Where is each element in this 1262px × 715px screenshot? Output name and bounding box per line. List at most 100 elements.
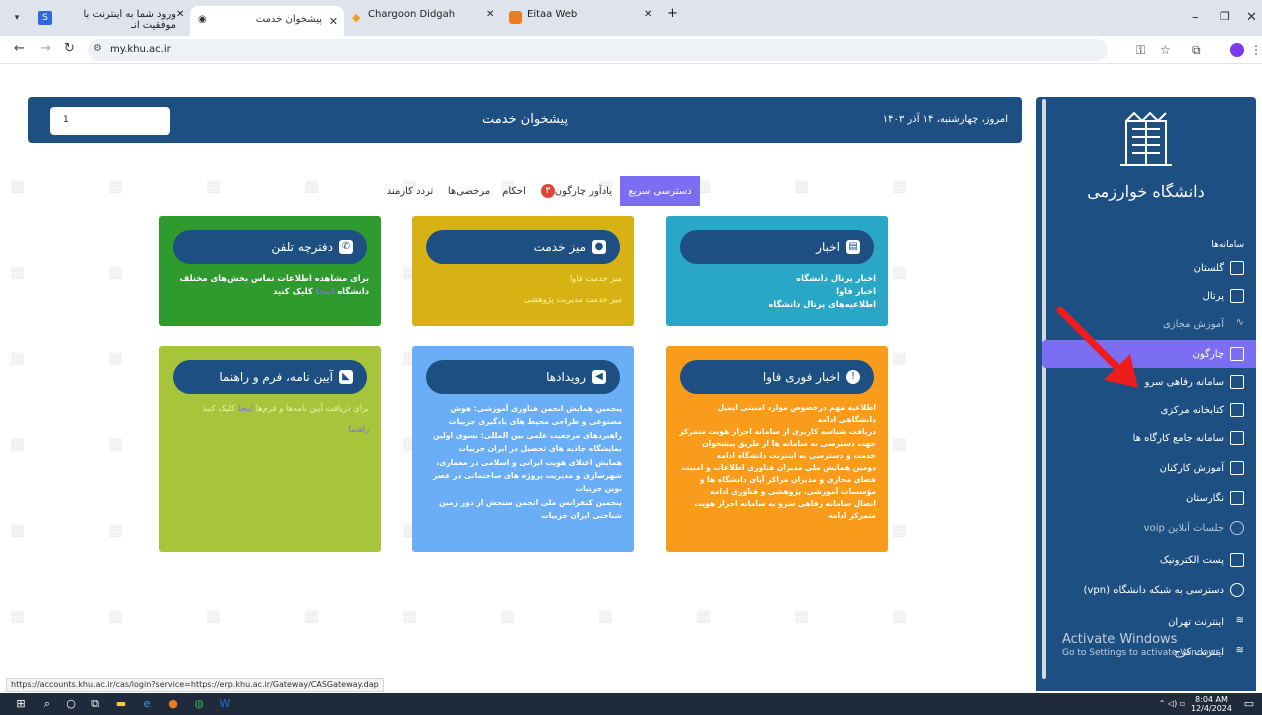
star-icon[interactable]: ☆ [1160, 43, 1171, 57]
tab-leaves[interactable]: مرخصی‌ها [446, 176, 492, 206]
password-key-icon[interactable]: ⚿ [1136, 43, 1145, 58]
event-line[interactable]: شناختی ایران جزییات [424, 509, 622, 522]
tab-chargoon-reminder[interactable]: یادآور چارگون ۳ [538, 176, 612, 206]
event-line[interactable]: مصنوعی و طراحی محیط های یادگیری جزییات [424, 415, 622, 428]
urgent-line[interactable]: خدمت و دسترسی به اینترنت دانشگاه ادامه [678, 450, 876, 462]
menu-icon[interactable]: ⋮ [1250, 43, 1262, 57]
sidebar-item-vpn[interactable]: دسترسی به شبکه دانشگاه (vpn) [1084, 579, 1244, 601]
window-icon [1230, 289, 1244, 303]
news-link-notices[interactable]: اطلاعیه‌های پرتال دانشگاه [678, 298, 876, 311]
url-box[interactable] [88, 39, 1108, 61]
task-view-icon[interactable]: ⧉ [88, 697, 102, 711]
firefox-icon[interactable]: ● [166, 697, 180, 711]
event-line[interactable]: شهرسازی و مدیریت پروژه های ساختمانی در ع… [424, 469, 622, 482]
sidebar-item-central-library[interactable]: کتابخانه مرکزی [1161, 399, 1244, 421]
word-icon[interactable]: W [218, 697, 232, 711]
sidebar-item-welfare-sarv[interactable]: سامانه رفاهی سرو [1145, 371, 1244, 393]
status-bar-url: https://accounts.khu.ac.ir/cas/login?ser… [6, 678, 384, 692]
urgent-line[interactable]: اطلاعیه مهم درخصوص موارد امنیتی ایمیل [678, 402, 876, 414]
service-desk-fava-link[interactable]: میز خدمت فاوا [424, 272, 622, 285]
site-info-icon[interactable]: ⚙ [93, 43, 102, 54]
event-line[interactable]: نوین جزییات [424, 482, 622, 495]
search-icon[interactable]: ⌕ [40, 697, 54, 711]
tab-list-icon[interactable]: ▾ [10, 11, 24, 25]
event-line[interactable]: راهبردهای مرجعیت علمی بین المللی: بسوی ا… [424, 429, 622, 442]
sidebar-item-staff-training[interactable]: آموزش کارکنان [1160, 457, 1244, 479]
urgent-line[interactable]: دانشگاهی ادامه [678, 414, 876, 426]
service-desk-header[interactable]: ● میز خدمت [426, 230, 620, 264]
close-window-icon[interactable]: ✕ [1246, 10, 1257, 25]
phonebook-header[interactable]: ✆ دفترچه تلفن [173, 230, 367, 264]
sidebar-item-workshops[interactable]: سامانه جامع کارگاه ها [1133, 427, 1244, 449]
watermark-logo-icon: ▦ [108, 434, 124, 453]
forward-icon[interactable]: → [40, 41, 51, 56]
back-icon[interactable]: ← [14, 41, 25, 56]
sidebar-item-voip[interactable]: جلسات آنلاین voip [1144, 517, 1244, 539]
sidebar-item-virtual-education[interactable]: ∿ آموزش مجازی [1163, 313, 1244, 335]
sidebar-item-portal[interactable]: پرتال [1203, 285, 1244, 307]
urgent-line[interactable]: اتصال سامانه رفاهی سرو به سامانه احراز ه… [678, 498, 876, 510]
extensions-icon[interactable]: ⧉ [1192, 43, 1201, 58]
edge-icon[interactable]: e [140, 697, 154, 711]
tab-close-icon[interactable]: ✕ [644, 9, 652, 20]
chat-icon [1230, 521, 1244, 535]
tab-service-desk[interactable]: ◉ پیشخوان خدمت ✕ [190, 6, 344, 36]
urgent-line[interactable]: متمرکز ادامه [678, 510, 876, 522]
service-desk-research-link[interactable]: میز خدمت مدیریت پژوهشی [424, 293, 622, 306]
profile-avatar[interactable] [1230, 43, 1244, 57]
taskbar-clock[interactable]: 8:04 AM 12/4/2024 [1191, 695, 1232, 713]
sidebar-item-chargoon[interactable]: چارگون [1193, 343, 1244, 365]
news-link-portal[interactable]: اخبار پرتال دانشگاه [678, 272, 876, 285]
news-header[interactable]: ▤ اخبار [680, 230, 874, 264]
service-desk-body: میز خدمت فاوا میز خدمت مدیریت پژوهشی [424, 272, 622, 306]
urgent-line[interactable]: دومین همایش ملی مدیران فناوری اطلاعات و … [678, 462, 876, 474]
tab-quick-access[interactable]: دسترسی سریع [620, 176, 700, 206]
tab-eitaa[interactable]: Eitaa Web [527, 9, 577, 20]
urgent-line[interactable]: فضای مجازی و مدیران مراکز آپای دانشگاه ه… [678, 474, 876, 486]
news-body: اخبار پرتال دانشگاه اخبار فاوا اطلاعیه‌ه… [678, 272, 876, 310]
tab-orders[interactable]: احکام [496, 176, 532, 206]
sidebar-item-golestan[interactable]: گلستان [1194, 257, 1244, 279]
header-band: 1 پیشخوان خدمت امروز، چهارشنبه، ۱۴ آذر ۱… [28, 97, 1022, 143]
guide-link[interactable]: راهنما [171, 423, 369, 436]
tab-close-icon[interactable]: ✕ [329, 15, 338, 28]
tab-attendance[interactable]: تردد کارمند [380, 176, 440, 206]
urgent-line[interactable]: جهت دسترسی به سامانه ها از طریق پیشخوان [678, 438, 876, 450]
urgent-news-header[interactable]: ! اخبار فوری فاوا [680, 360, 874, 394]
reload-icon[interactable]: ↻ [64, 41, 75, 56]
card-urgent-news: ! اخبار فوری فاوا اطلاعیه مهم درخصوص موار… [666, 346, 888, 552]
watermark-logo-icon: ▦ [10, 520, 26, 539]
minimize-icon[interactable]: – [1192, 10, 1199, 25]
watermark-logo-icon: ▦ [108, 176, 124, 195]
url-text[interactable]: my.khu.ac.ir [110, 44, 171, 55]
news-link-fava[interactable]: اخبار فاوا [678, 285, 876, 298]
urgent-line[interactable]: دریافت شناسه کاربری از سامانه احراز هویت… [678, 426, 876, 438]
events-header[interactable]: ◀ رویدادها [426, 360, 620, 394]
regulations-header[interactable]: ◣ آیین نامه، فرم و راهنما [173, 360, 367, 394]
urgent-line[interactable]: مؤسسات آموزشی، پژوهشی و فناوری ادامه [678, 486, 876, 498]
chrome-icon[interactable]: ◍ [192, 697, 206, 711]
sidebar-item-internet-tehran[interactable]: ≋ اینترنت تهران [1168, 611, 1244, 633]
sidebar-item-label: اینترنت تهران [1168, 616, 1224, 628]
regulations-here-link[interactable]: اینجا [238, 403, 253, 413]
tab-close-icon[interactable]: ✕ [486, 9, 494, 20]
tab-chargoon[interactable]: Chargoon Didgah [368, 9, 455, 20]
wifi-icon: ≋ [1235, 645, 1244, 656]
event-line[interactable]: پنجمین همایش انجمن فناوری آموزشی: هوش [424, 402, 622, 415]
cortana-icon[interactable]: ○ [64, 697, 78, 711]
new-tab-button[interactable]: + [667, 6, 678, 21]
sidebar-item-gallery[interactable]: نگارستان [1186, 487, 1244, 509]
tab-internet-login[interactable]: ورود شما به اینترنت با موفقیت انـ [58, 9, 176, 31]
phonebook-here-link[interactable]: اینجا [316, 286, 335, 296]
notification-icon[interactable]: ▭ [1242, 697, 1256, 711]
event-line[interactable]: همایش اعتلای هویت ایرانی و اسلامی در معم… [424, 456, 622, 469]
file-explorer-icon[interactable]: ▬ [114, 697, 128, 711]
restore-icon[interactable]: ❐ [1220, 10, 1230, 23]
windows-start-icon[interactable]: ⊞ [14, 697, 28, 711]
event-line[interactable]: نمایشگاه جاذبه های تحصیل در ایران جزییات [424, 442, 622, 455]
watermark-logo-icon: ▦ [892, 176, 908, 195]
event-line[interactable]: پنجمین کنفرانس ملی انجمن سنجش از دور زمی… [424, 496, 622, 509]
tab-close-icon[interactable]: ✕ [176, 9, 184, 20]
sidebar-item-email[interactable]: پست الکترونیک [1160, 549, 1244, 571]
watermark-logo-icon: ▦ [108, 262, 124, 281]
